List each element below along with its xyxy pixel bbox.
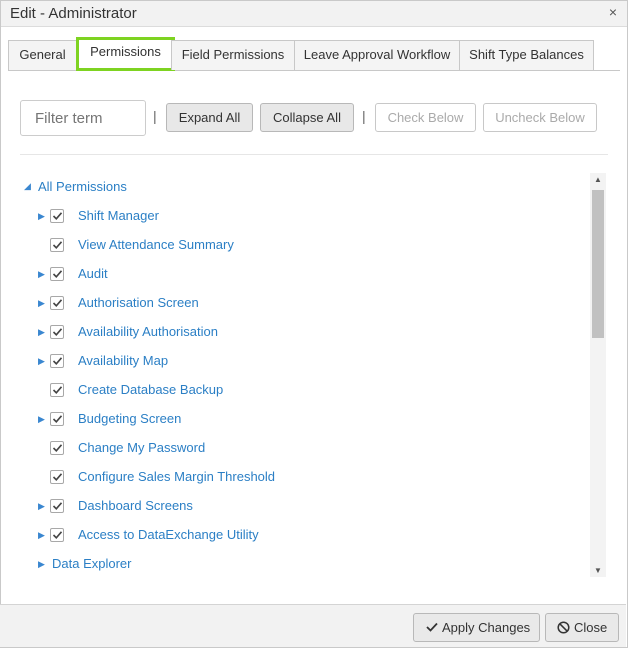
tree-item-label[interactable]: Availability Map <box>78 353 168 368</box>
tab-general[interactable]: General <box>8 40 77 70</box>
tab-leave-approval-workflow[interactable]: Leave Approval Workflow <box>294 40 460 70</box>
tree-scrollbar[interactable]: ▲ ▼ <box>590 173 606 577</box>
triangle-right-icon[interactable]: ▶ <box>38 530 45 541</box>
permission-checkbox[interactable] <box>50 296 64 310</box>
scroll-down-arrow-icon[interactable]: ▼ <box>594 566 602 575</box>
tree-root-label[interactable]: All Permissions <box>38 179 127 194</box>
triangle-right-icon[interactable]: ▶ <box>38 559 45 570</box>
tree-item[interactable]: ▶ Dashboard Screens <box>20 497 580 517</box>
tree-item[interactable]: ▶ Access to DataExchange Utility <box>20 526 580 546</box>
tree-item[interactable]: ▶ Availability Map <box>20 352 580 372</box>
close-icon[interactable]: × <box>609 4 617 20</box>
tree-item[interactable]: ▶ Availability Authorisation <box>20 323 580 343</box>
checkmark-icon <box>52 502 63 510</box>
tree-item[interactable]: ▶ Authorisation Screen <box>20 294 580 314</box>
toolbar-separator: | <box>362 108 366 124</box>
dialog-footer: Apply Changes Close <box>0 604 626 647</box>
checkmark-icon <box>52 357 63 365</box>
tree-item-label[interactable]: Dashboard Screens <box>78 498 193 513</box>
tree-item-label[interactable]: Create Database Backup <box>78 382 223 397</box>
permissions-tree: ◢ All Permissions ▶ Shift Manager View Att… <box>20 172 588 578</box>
tab-field-permissions[interactable]: Field Permissions <box>171 40 295 70</box>
collapse-all-button[interactable]: Collapse All <box>260 103 354 132</box>
triangle-right-icon[interactable]: ▶ <box>38 414 45 425</box>
tree-item[interactable]: ▶ Data Explorer <box>20 555 580 575</box>
permission-checkbox[interactable] <box>50 470 64 484</box>
tree-item-label[interactable]: Access to DataExchange Utility <box>78 527 259 542</box>
permission-checkbox[interactable] <box>50 499 64 513</box>
triangle-right-icon[interactable]: ▶ <box>38 211 45 222</box>
tree-item-label[interactable]: Audit <box>78 266 108 281</box>
dialog-title: Edit - Administrator <box>10 5 137 22</box>
permission-checkbox[interactable] <box>50 354 64 368</box>
dialog-titlebar: Edit - Administrator × <box>1 1 627 27</box>
permission-checkbox[interactable] <box>50 412 64 426</box>
checkmark-icon <box>52 386 63 394</box>
tree-item-label[interactable]: Authorisation Screen <box>78 295 199 310</box>
tree-item-label[interactable]: Change My Password <box>78 440 205 455</box>
tree-item[interactable]: View Attendance Summary <box>20 236 580 256</box>
apply-changes-button[interactable]: Apply Changes <box>413 613 540 642</box>
permission-checkbox[interactable] <box>50 325 64 339</box>
tab-shift-type-balances[interactable]: Shift Type Balances <box>459 40 594 70</box>
tree-item[interactable]: ▶ Budgeting Screen <box>20 410 580 430</box>
checkmark-icon <box>52 270 63 278</box>
permission-checkbox[interactable] <box>50 267 64 281</box>
tree-item-label[interactable]: Configure Sales Margin Threshold <box>78 469 275 484</box>
toolbar-divider <box>20 154 608 155</box>
checkmark-icon <box>52 241 63 249</box>
close-label: Close <box>574 620 608 635</box>
check-below-button[interactable]: Check Below <box>375 103 476 132</box>
permission-checkbox[interactable] <box>50 383 64 397</box>
expand-all-button[interactable]: Expand All <box>166 103 253 132</box>
permission-checkbox[interactable] <box>50 238 64 252</box>
tree-item[interactable]: Create Database Backup <box>20 381 580 401</box>
permission-checkbox[interactable] <box>50 209 64 223</box>
triangle-right-icon[interactable]: ▶ <box>38 501 45 512</box>
checkmark-icon <box>52 531 63 539</box>
permission-checkbox[interactable] <box>50 441 64 455</box>
filter-input[interactable] <box>20 100 146 136</box>
tree-item[interactable]: ▶ Shift Manager <box>20 207 580 227</box>
tree-item[interactable]: Configure Sales Margin Threshold <box>20 468 580 488</box>
apply-changes-label: Apply Changes <box>442 620 531 635</box>
tree-item-label[interactable]: View Attendance Summary <box>78 237 234 252</box>
ban-icon <box>557 621 570 634</box>
tree-item[interactable]: Change My Password <box>20 439 580 459</box>
triangle-right-icon[interactable]: ▶ <box>38 356 45 367</box>
checkmark-icon <box>52 444 63 452</box>
tree-item-label[interactable]: Data Explorer <box>52 556 131 571</box>
checkmark-icon <box>52 299 63 307</box>
checkmark-icon <box>52 473 63 481</box>
uncheck-below-button[interactable]: Uncheck Below <box>483 103 597 132</box>
tree-item-label[interactable]: Shift Manager <box>78 208 159 223</box>
triangle-right-icon[interactable]: ▶ <box>38 298 45 309</box>
triangle-down-icon[interactable]: ◢ <box>24 181 31 192</box>
tree-item-label[interactable]: Availability Authorisation <box>78 324 218 339</box>
scroll-up-arrow-icon[interactable]: ▲ <box>594 175 602 184</box>
scrollbar-thumb[interactable] <box>592 190 604 338</box>
checkmark-icon <box>52 328 63 336</box>
checkmark-icon <box>52 212 63 220</box>
close-button[interactable]: Close <box>545 613 619 642</box>
checkmark-icon <box>426 622 438 632</box>
checkmark-icon <box>52 415 63 423</box>
toolbar-separator: | <box>153 108 157 124</box>
tree-root-all-permissions[interactable]: ◢ All Permissions <box>20 178 580 198</box>
tree-item-label[interactable]: Budgeting Screen <box>78 411 181 426</box>
tab-permissions[interactable]: Permissions <box>76 37 175 71</box>
triangle-right-icon[interactable]: ▶ <box>38 269 45 280</box>
permission-checkbox[interactable] <box>50 528 64 542</box>
triangle-right-icon[interactable]: ▶ <box>38 327 45 338</box>
tree-item[interactable]: ▶ Audit <box>20 265 580 285</box>
